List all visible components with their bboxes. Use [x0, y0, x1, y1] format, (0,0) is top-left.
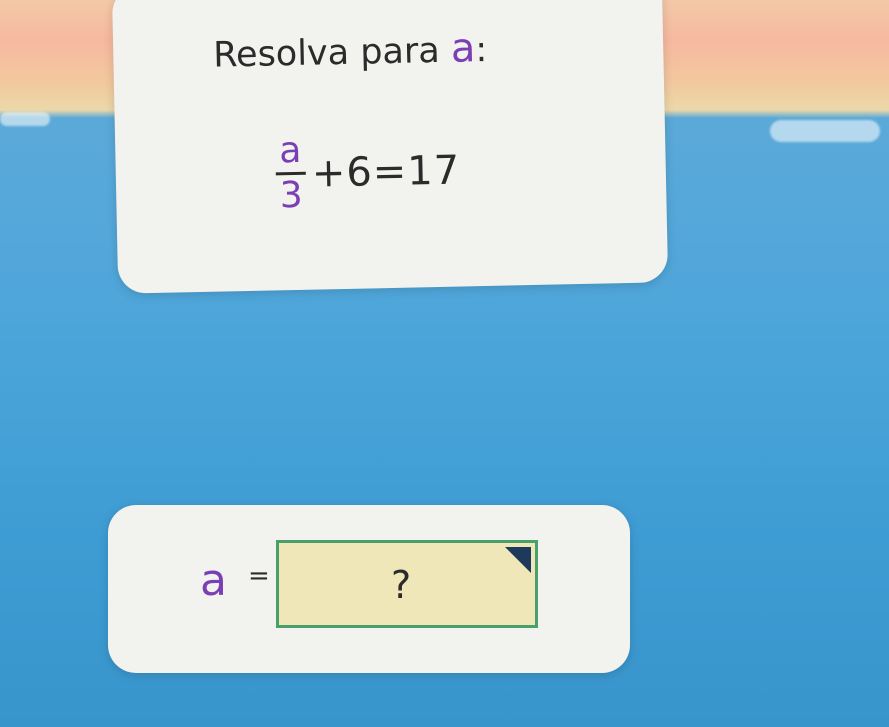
- answer-card: a = ?: [108, 505, 630, 673]
- question-variable: a: [450, 25, 476, 72]
- background-cloud: [0, 112, 50, 126]
- answer-variable: a: [200, 555, 227, 606]
- answer-equals-sign: =: [248, 561, 270, 591]
- question-title: Resolva para a:: [213, 25, 488, 77]
- equation-rest: +6=17: [311, 147, 461, 197]
- answer-input[interactable]: ?: [276, 540, 538, 628]
- question-prompt: Resolva para: [212, 30, 441, 76]
- question-card: Resolva para a: a 3 +6=17: [111, 0, 669, 294]
- answer-placeholder: ?: [391, 563, 412, 607]
- background-cloud: [770, 120, 880, 142]
- fraction-numerator: a: [278, 129, 302, 172]
- corner-triangle-icon: [505, 547, 531, 573]
- fraction: a 3: [275, 129, 307, 217]
- fraction-denominator: 3: [279, 174, 304, 217]
- equation: a 3 +6=17: [275, 129, 461, 216]
- question-colon: :: [474, 29, 488, 71]
